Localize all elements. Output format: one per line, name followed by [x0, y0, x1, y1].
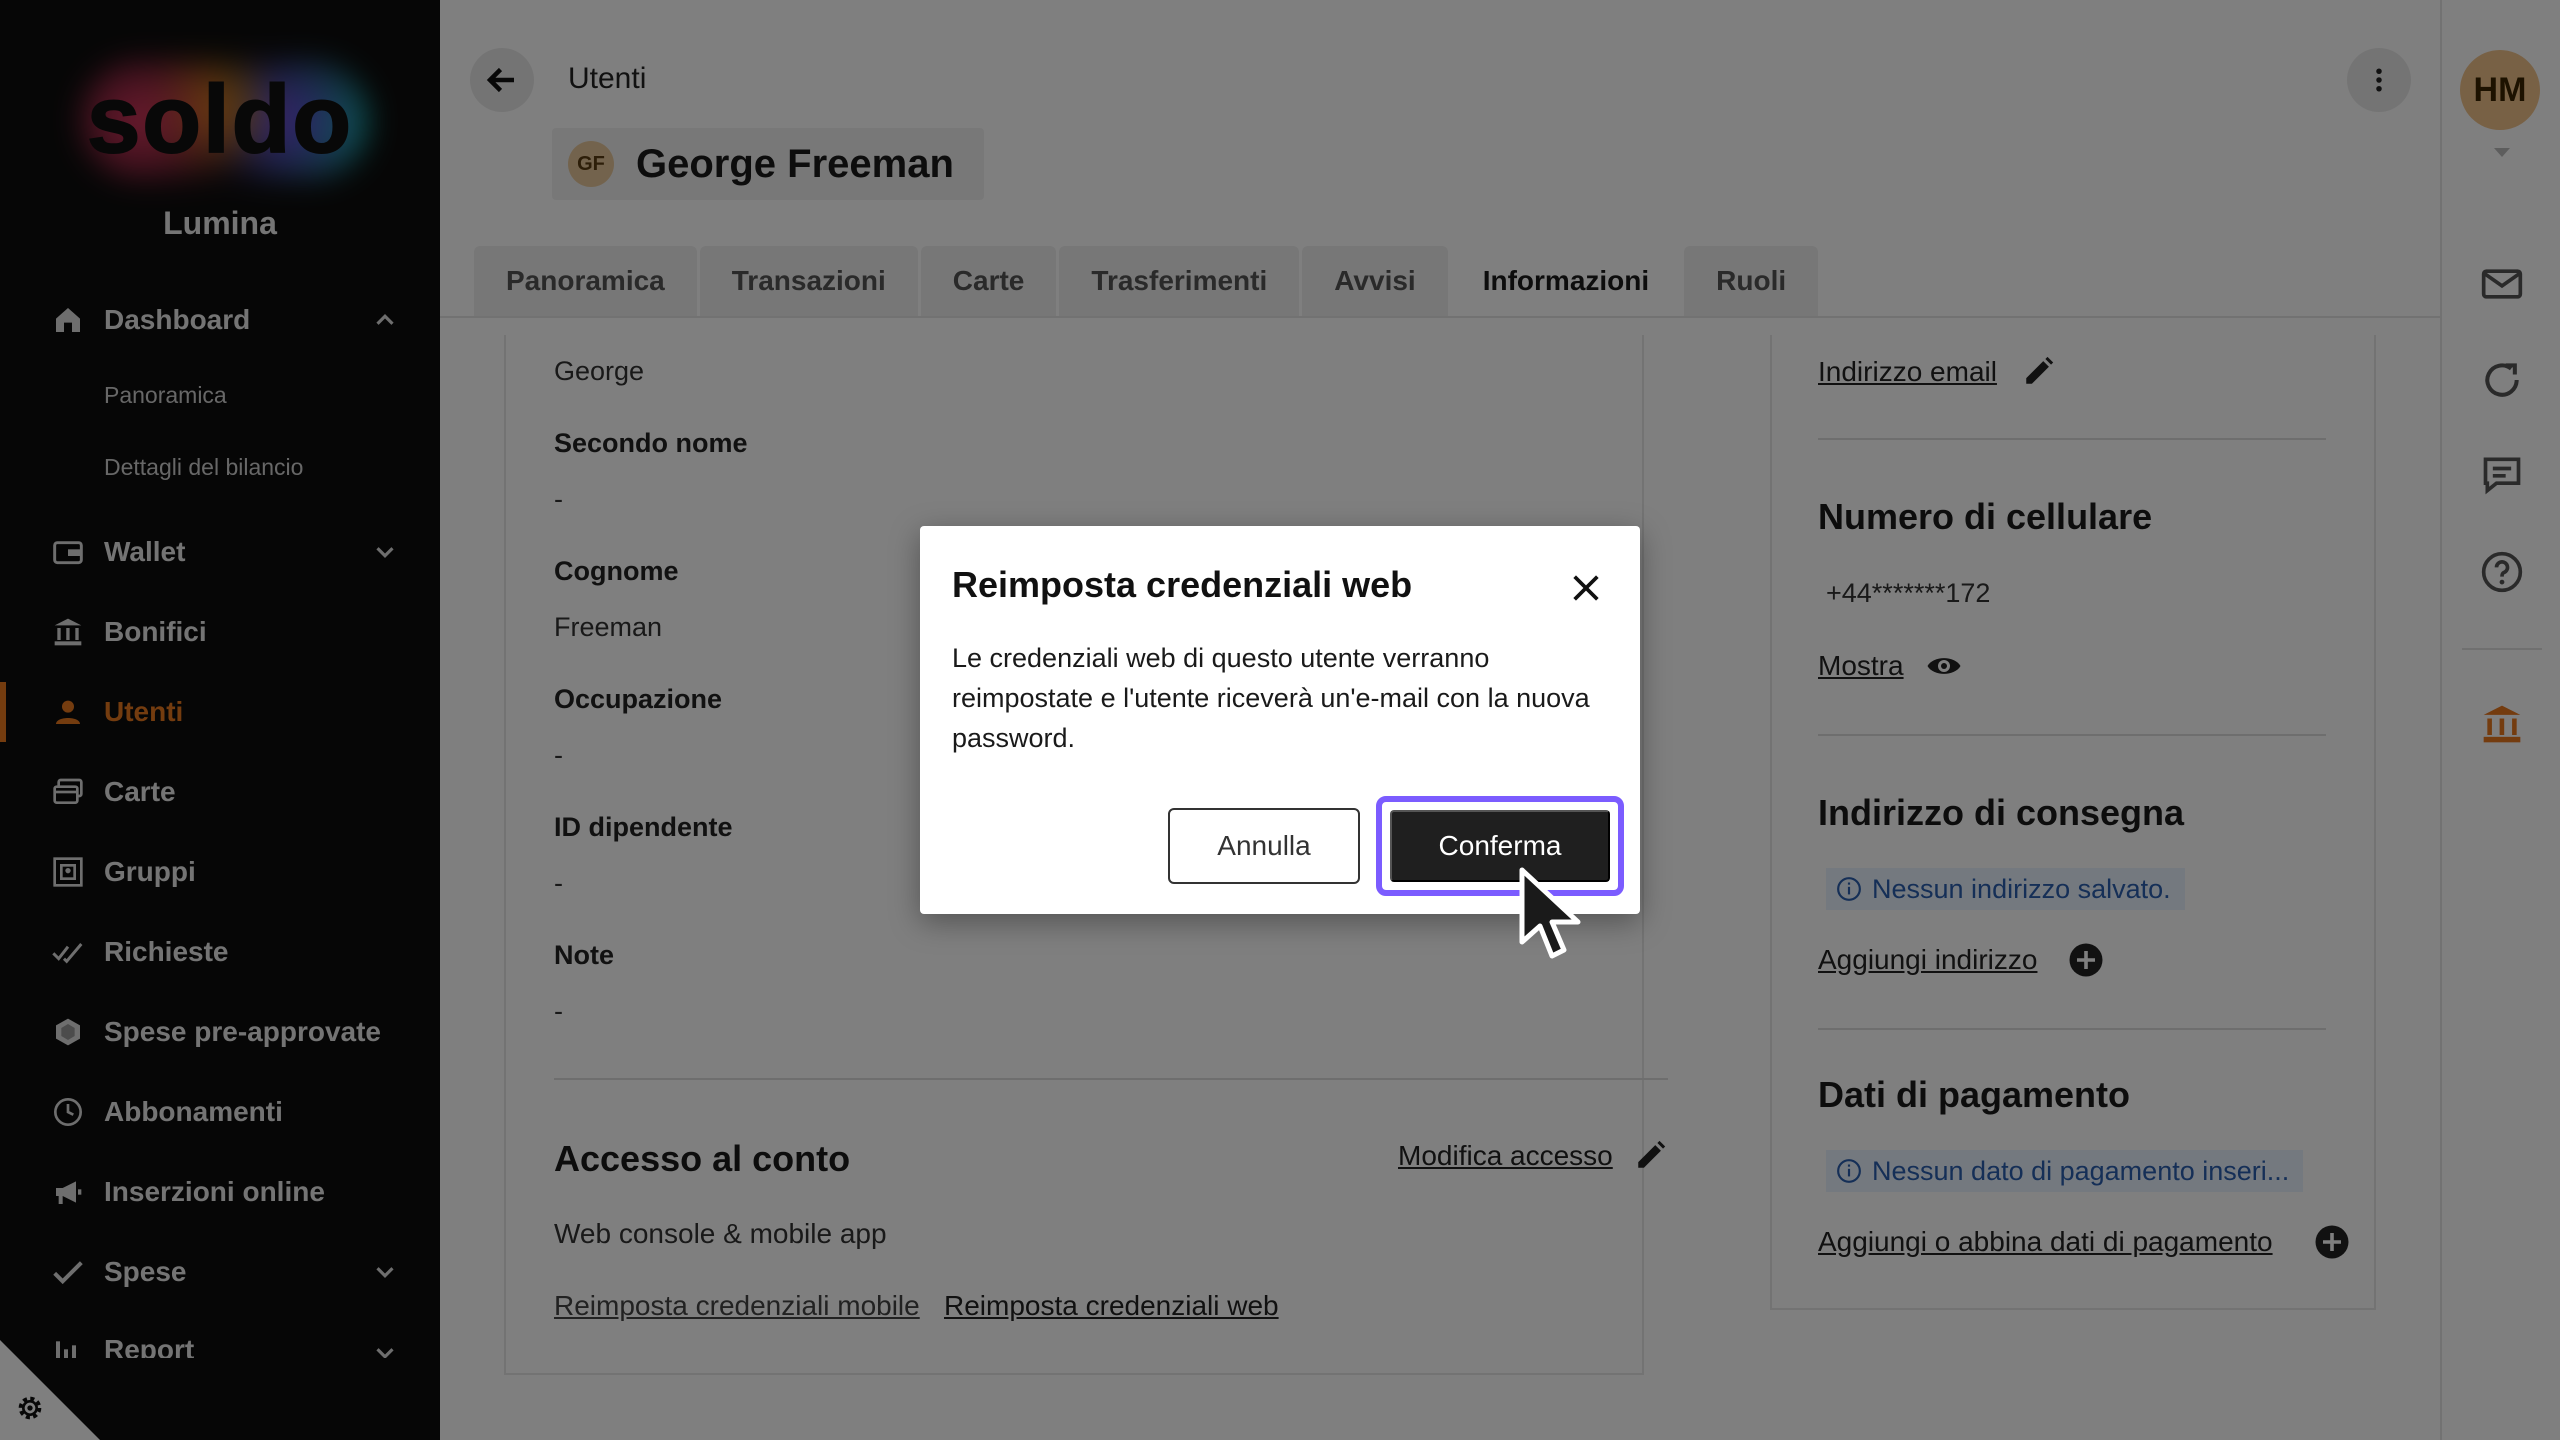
- mouse-cursor-icon: [1519, 867, 1581, 959]
- close-button[interactable]: [1564, 566, 1608, 610]
- cancel-button[interactable]: Annulla: [1168, 808, 1360, 884]
- close-icon: [1573, 575, 1599, 601]
- reset-web-credentials-dialog: Reimposta credenziali web Le credenziali…: [920, 526, 1640, 914]
- dialog-title: Reimposta credenziali web: [952, 564, 1413, 605]
- dialog-message: Le credenziali web di questo utente verr…: [952, 643, 1590, 753]
